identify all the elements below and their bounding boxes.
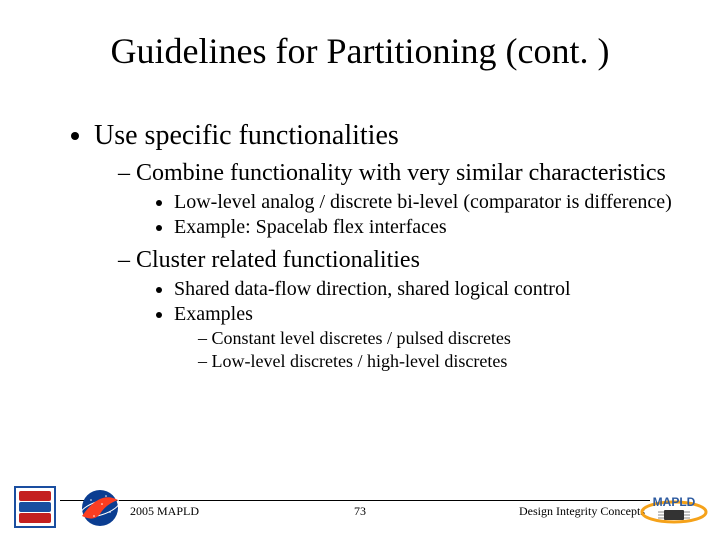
bullet-text: Shared data-flow direction, shared logic… [174, 278, 571, 300]
bullet-text: Cluster related functionalities [136, 247, 420, 273]
bullet-l3: Low-level analog / discrete bi-level (co… [174, 191, 680, 214]
bullet-text: Low-level analog / discrete bi-level (co… [174, 191, 672, 213]
bullet-text: Example: Spacelab flex interfaces [174, 216, 447, 238]
bullet-l4: Constant level discretes / pulsed discre… [198, 328, 680, 349]
bullet-text: Examples [174, 303, 253, 325]
bullet-l3: Examples Constant level discretes / puls… [174, 303, 680, 372]
bullet-l1: Use specific functionalities Combine fun… [94, 120, 680, 372]
footer-divider [60, 500, 650, 501]
bullet-l2: Combine functionality with very similar … [118, 160, 680, 239]
slide: Guidelines for Partitioning (cont. ) Use… [0, 0, 720, 540]
svg-text:MAPLD: MAPLD [653, 495, 696, 509]
mapld-logo-icon: MAPLD [640, 488, 708, 528]
svr-logo-icon [14, 486, 56, 528]
bullet-l2: Cluster related functionalities Shared d… [118, 247, 680, 372]
bullet-text: Constant level discretes / pulsed discre… [212, 328, 511, 348]
nasa-logo-icon [76, 486, 124, 530]
bullet-l3: Shared data-flow direction, shared logic… [174, 278, 680, 301]
bullet-text: Use specific functionalities [94, 120, 399, 151]
bullet-sublist: Shared data-flow direction, shared logic… [134, 278, 680, 372]
slide-content: Use specific functionalities Combine fun… [70, 120, 680, 380]
slide-title: Guidelines for Partitioning (cont. ) [0, 30, 720, 72]
footer-right: Design Integrity Concepts [519, 504, 645, 519]
bullet-text: Low-level discretes / high-level discret… [212, 351, 508, 371]
bullet-sublist: Low-level analog / discrete bi-level (co… [134, 191, 680, 239]
bullet-text: Combine functionality with very similar … [136, 160, 666, 186]
bullet-list: Use specific functionalities Combine fun… [70, 120, 680, 372]
bullet-sublist: Constant level discretes / pulsed discre… [174, 328, 680, 372]
bullet-l4: Low-level discretes / high-level discret… [198, 351, 680, 372]
bullet-l3: Example: Spacelab flex interfaces [174, 216, 680, 239]
bullet-sublist: Combine functionality with very similar … [94, 160, 680, 372]
